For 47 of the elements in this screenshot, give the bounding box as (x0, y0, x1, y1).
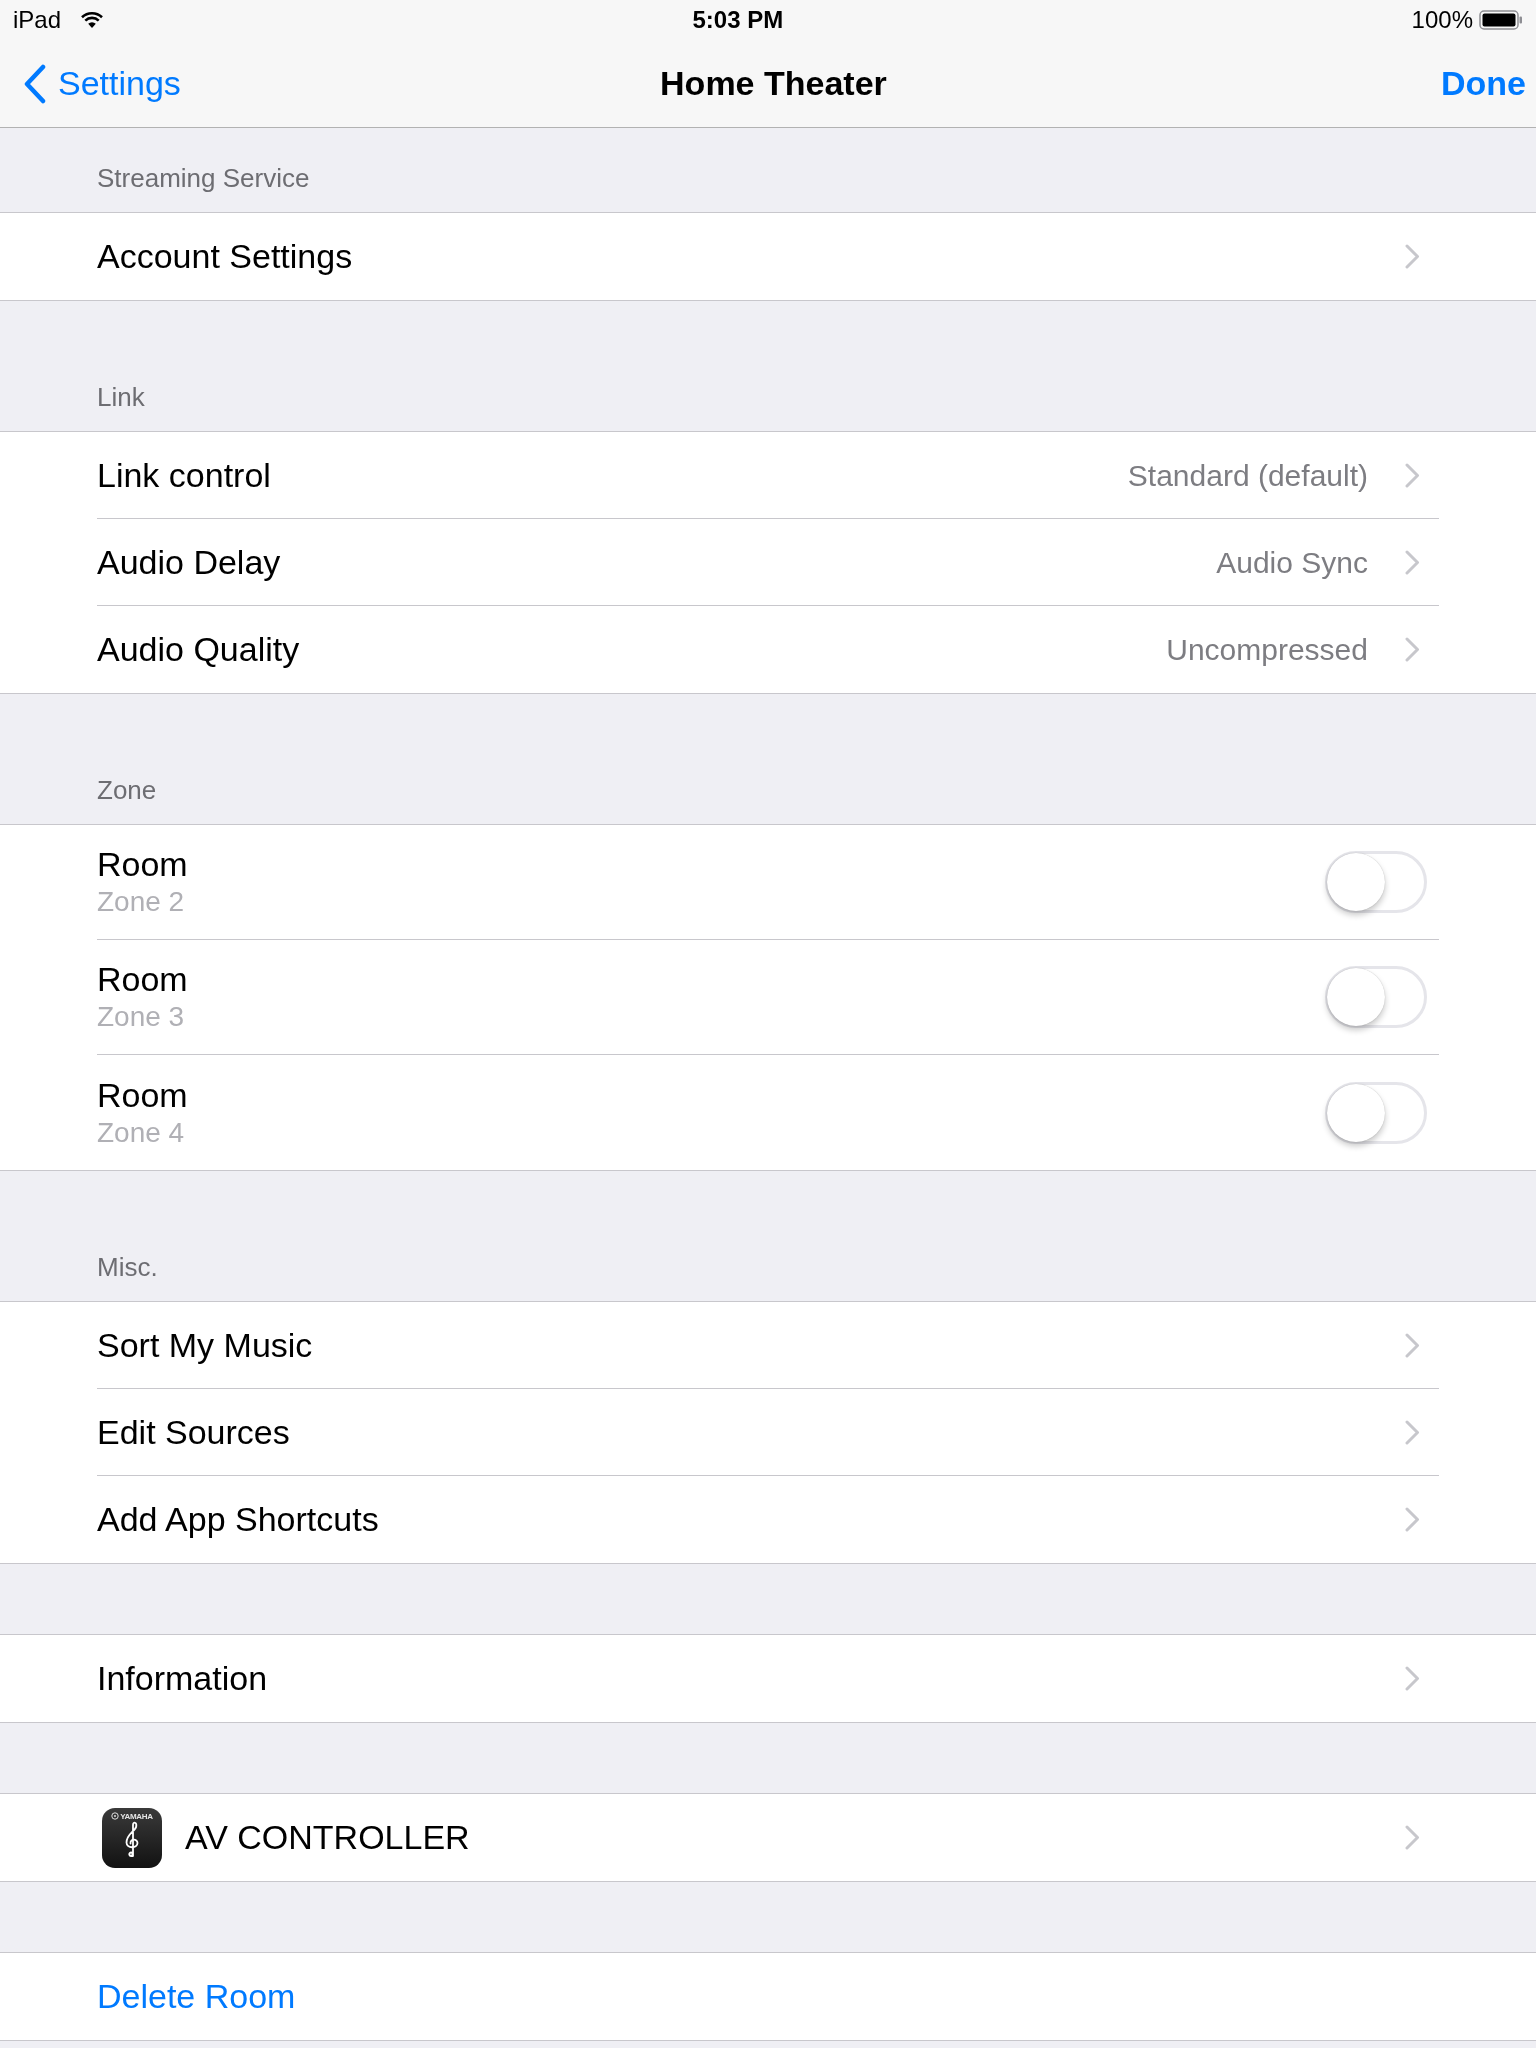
row-label: Add App Shortcuts (97, 1499, 379, 1540)
chevron-right-icon (1405, 1666, 1420, 1691)
row-label: Room (97, 1074, 188, 1115)
row-label: Link control (97, 454, 271, 496)
toggle-switch[interactable] (1325, 851, 1427, 913)
row-label: Sort My Music (97, 1324, 313, 1366)
section-header: Zone (97, 775, 157, 805)
row-label: Account Settings (97, 236, 353, 277)
battery-percent: 100% (1411, 5, 1473, 35)
row-label: Audio Delay (97, 541, 281, 583)
nav-title: Home Theater (660, 63, 887, 104)
chevron-right-icon (1405, 549, 1420, 575)
section-header: Streaming Service (97, 163, 310, 193)
battery-icon (1479, 10, 1523, 30)
row-label: Edit Sources (97, 1411, 290, 1453)
row-label: AV CONTROLLER (185, 1817, 470, 1858)
treble-clef-icon (123, 1820, 141, 1859)
chevron-right-icon (1405, 1419, 1420, 1445)
brand-text: YAMAHA (120, 1811, 153, 1821)
row-value: Standard (default) (1127, 457, 1368, 494)
done-button[interactable]: Done (1366, 58, 1526, 109)
row-subtitle: Zone 2 (97, 885, 186, 919)
chevron-right-icon (1405, 637, 1420, 662)
section-header: Link (97, 382, 145, 412)
toggle-switch[interactable] (1325, 1081, 1427, 1144)
section-header: Misc. (97, 1252, 158, 1282)
row-subtitle: Zone 4 (97, 1115, 186, 1150)
emblem-icon (111, 1812, 120, 1820)
row-value: Audio Sync (1216, 544, 1368, 581)
status-time: 5:03 PM (692, 5, 784, 35)
row-value: Uncompressed (1166, 632, 1368, 668)
chevron-right-icon (1405, 1507, 1420, 1532)
chevron-right-icon (1405, 1825, 1420, 1850)
row-label: Room (97, 844, 188, 884)
device-name: iPad (13, 5, 62, 35)
toggle-switch[interactable] (1325, 966, 1427, 1028)
chevron-right-icon (1405, 244, 1420, 269)
chevron-right-icon (1405, 462, 1420, 488)
back-chevron-icon (24, 63, 46, 104)
delete-room-button[interactable]: Delete Room (97, 1971, 296, 2022)
chevron-right-icon (1405, 1332, 1420, 1358)
row-label: Information (97, 1658, 268, 1699)
row-label: Audio Quality (97, 629, 300, 670)
row-label: Room (97, 959, 188, 999)
wifi-icon (80, 11, 105, 29)
row-subtitle: Zone 3 (97, 1000, 186, 1034)
back-button[interactable]: Settings (24, 58, 181, 109)
